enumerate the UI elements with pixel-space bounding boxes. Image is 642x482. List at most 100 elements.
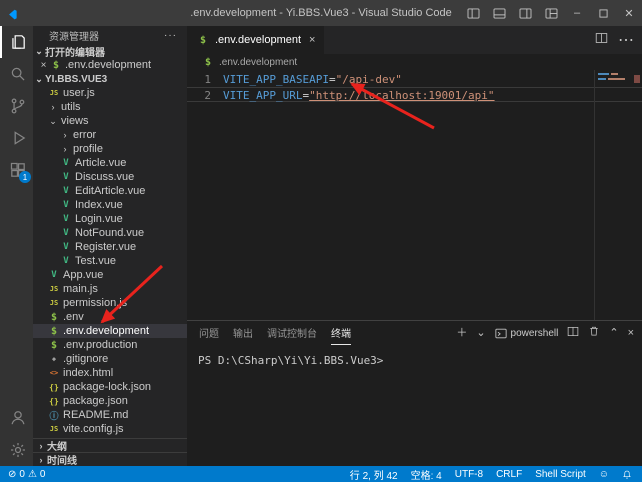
shell-selector[interactable]: powershell <box>495 328 559 339</box>
close-button[interactable]: ✕ <box>616 0 642 26</box>
terminal-icon <box>495 328 507 339</box>
tree-item-.env.development[interactable]: $.env.development <box>33 324 187 338</box>
breadcrumb[interactable]: $ .env.development <box>187 54 642 70</box>
toggle-panel-icon[interactable] <box>486 0 512 26</box>
error-icon: ⊘ <box>8 469 16 480</box>
settings-gear-icon[interactable] <box>0 434 33 466</box>
tree-item-App.vue[interactable]: VApp.vue <box>33 268 187 282</box>
panel-tab-问题[interactable]: 问题 <box>199 321 219 345</box>
chevron-down-icon: ⌄ <box>47 116 59 127</box>
language-mode[interactable]: Shell Script <box>535 469 586 480</box>
timeline-section[interactable]: › 时间线 <box>33 452 187 466</box>
notifications-bell-icon[interactable] <box>622 469 632 480</box>
tree-item-main.js[interactable]: JSmain.js <box>33 282 187 296</box>
code-editor[interactable]: 1VITE_APP_BASEAPI="/api-dev"2VITE_APP_UR… <box>187 70 642 320</box>
chevron-right-icon: › <box>35 455 47 465</box>
toggle-sidebar-icon[interactable] <box>460 0 486 26</box>
tree-item-Test.vue[interactable]: VTest.vue <box>33 254 187 268</box>
maximize-panel-icon[interactable]: ⌃ <box>609 328 618 339</box>
title-bar: .env.development - Yi.BBS.Vue3 - Visual … <box>0 0 642 26</box>
activity-extensions-icon[interactable]: 1 <box>0 154 33 186</box>
tree-item-README.md[interactable]: ⓘREADME.md <box>33 408 187 422</box>
tree-item-utils[interactable]: ›utils <box>33 100 187 114</box>
activity-explorer-icon[interactable] <box>0 26 33 58</box>
customize-layout-icon[interactable] <box>538 0 564 26</box>
chevron-down-icon[interactable]: ⌄ <box>476 328 485 339</box>
token-key: VITE_APP_BASEAPI <box>223 72 329 87</box>
project-root-header[interactable]: ⌄ YI.BBS.VUE3 <box>33 72 187 86</box>
terminal[interactable]: PS D:\CSharp\Yi\Yi.BBS.Vue3> <box>187 345 642 466</box>
open-editors-header[interactable]: ⌄ 打开的编辑器 <box>33 44 187 58</box>
panel-tab-终端[interactable]: 终端 <box>331 321 351 345</box>
tree-item-package.json[interactable]: {}package.json <box>33 394 187 408</box>
env-file-icon: $ <box>49 60 63 71</box>
file-name: .gitignore <box>63 353 108 365</box>
problems-status[interactable]: ⊘ 0 ⚠ 0 <box>8 469 45 480</box>
split-editor-icon[interactable] <box>595 31 608 49</box>
code-lines: 1VITE_APP_BASEAPI="/api-dev"2VITE_APP_UR… <box>187 72 642 102</box>
panel-tab-调试控制台[interactable]: 调试控制台 <box>267 321 317 345</box>
vue-file-icon: V <box>59 158 73 168</box>
line-number: 2 <box>187 88 211 101</box>
outline-section[interactable]: › 大纲 <box>33 438 187 452</box>
vscode-window: .env.development - Yi.BBS.Vue3 - Visual … <box>0 0 642 482</box>
tree-item-permission.js[interactable]: JSpermission.js <box>33 296 187 310</box>
tree-item-vite.config.js[interactable]: JSvite.config.js <box>33 422 187 436</box>
tree-item-Login.vue[interactable]: VLogin.vue <box>33 212 187 226</box>
kill-terminal-icon[interactable] <box>588 324 600 342</box>
activity-bar: 1 <box>0 26 33 466</box>
warning-icon: ⚠ <box>28 469 37 480</box>
tree-item-.env[interactable]: $.env <box>33 310 187 324</box>
toggle-secondary-sidebar-icon[interactable] <box>512 0 538 26</box>
vue-file-icon: V <box>59 242 73 252</box>
tree-item-NotFound.vue[interactable]: VNotFound.vue <box>33 226 187 240</box>
tree-item-package-lock.json[interactable]: {}package-lock.json <box>33 380 187 394</box>
tree-item-profile[interactable]: ›profile <box>33 142 187 156</box>
tree-item-Discuss.vue[interactable]: VDiscuss.vue <box>33 170 187 184</box>
file-name: Login.vue <box>75 213 123 225</box>
encoding[interactable]: UTF-8 <box>455 469 483 480</box>
tree-item-index.html[interactable]: <>index.html <box>33 366 187 380</box>
tree-item-EditArticle.vue[interactable]: VEditArticle.vue <box>33 184 187 198</box>
editor-more-actions-icon[interactable]: ⋯ <box>618 30 634 50</box>
tab-close-icon[interactable]: × <box>309 34 315 46</box>
file-name: permission.js <box>63 297 127 309</box>
code-line-2[interactable]: 2VITE_APP_URL="http://localhost:19001/ap… <box>187 87 642 102</box>
tree-item-.env.production[interactable]: $.env.production <box>33 338 187 352</box>
indentation[interactable]: 空格: 4 <box>411 467 442 482</box>
file-name: main.js <box>63 283 98 295</box>
open-editor-item[interactable]: × $ .env.development <box>33 58 187 72</box>
tree-item-Article.vue[interactable]: VArticle.vue <box>33 156 187 170</box>
cursor-position[interactable]: 行 2, 列 42 <box>350 467 398 482</box>
minimize-button[interactable]: – <box>564 0 590 26</box>
activity-source-control-icon[interactable] <box>0 90 33 122</box>
new-terminal-icon[interactable]: ＋ <box>456 328 467 339</box>
tree-item-error[interactable]: ›error <box>33 128 187 142</box>
more-actions-icon[interactable]: ··· <box>164 30 177 41</box>
code-line-1[interactable]: 1VITE_APP_BASEAPI="/api-dev" <box>187 72 642 87</box>
activity-run-debug-icon[interactable] <box>0 122 33 154</box>
tree-item-Index.vue[interactable]: VIndex.vue <box>33 198 187 212</box>
file-name: index.html <box>63 367 113 379</box>
activity-search-icon[interactable] <box>0 58 33 90</box>
tree-item-views[interactable]: ⌄views <box>33 114 187 128</box>
accounts-icon[interactable] <box>0 402 33 434</box>
eol-sequence[interactable]: CRLF <box>496 469 522 480</box>
vue-file-icon: V <box>59 172 73 182</box>
tree-item-.gitignore[interactable]: ◆.gitignore <box>33 352 187 366</box>
tab-env-development[interactable]: $ .env.development × <box>187 26 324 54</box>
bottom-panel: 问题输出调试控制台终端 ＋ ⌄ powershell <box>187 320 642 466</box>
env-file-icon: $ <box>196 35 210 46</box>
tree-item-Register.vue[interactable]: VRegister.vue <box>33 240 187 254</box>
panel-tab-输出[interactable]: 输出 <box>233 321 253 345</box>
tree-item-user.js[interactable]: JSuser.js <box>33 86 187 100</box>
chevron-down-icon: ⌄ <box>33 74 45 85</box>
split-terminal-icon[interactable] <box>567 324 579 342</box>
maximize-button[interactable] <box>590 0 616 26</box>
close-icon[interactable]: × <box>38 60 49 71</box>
js-file-icon: JS <box>47 299 61 307</box>
feedback-icon[interactable]: ☺ <box>599 469 609 480</box>
minimap[interactable] <box>594 70 642 320</box>
close-panel-icon[interactable]: × <box>628 328 634 339</box>
env-file-icon: $ <box>47 326 61 337</box>
